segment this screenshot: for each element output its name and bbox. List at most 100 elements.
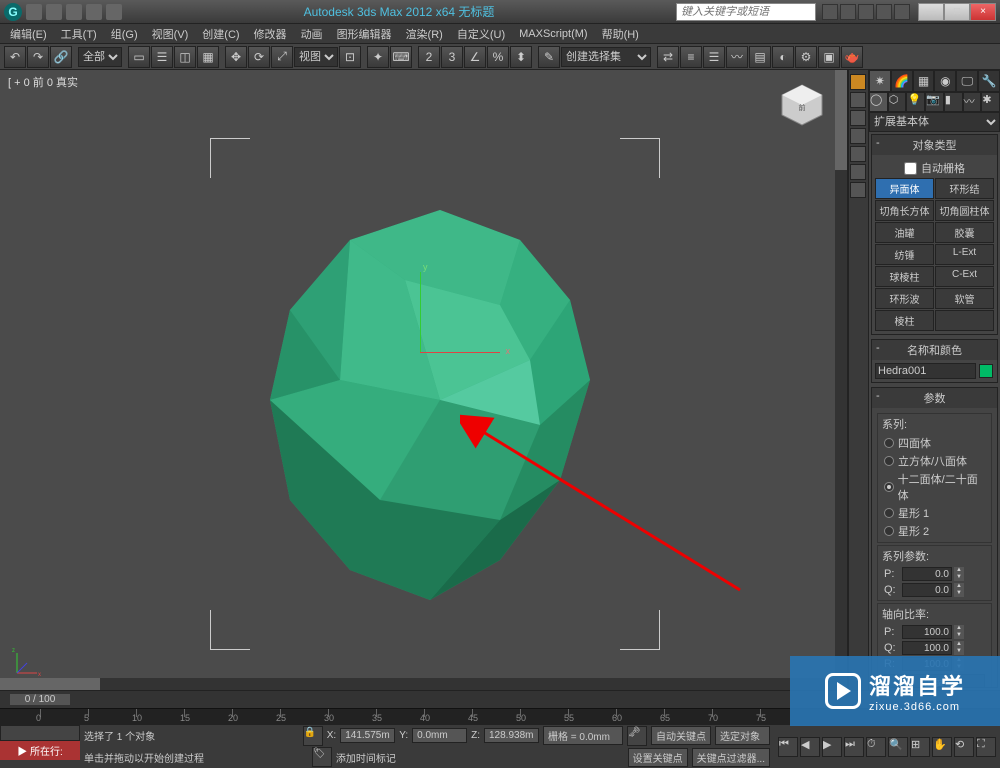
- title-icon[interactable]: [894, 4, 910, 20]
- object-type-button[interactable]: 切角圆柱体: [935, 200, 994, 221]
- title-icon[interactable]: [858, 4, 874, 20]
- spinner-arrows[interactable]: ▲▼: [954, 583, 964, 597]
- qat-icon[interactable]: [46, 4, 62, 20]
- render-button[interactable]: 🫖: [841, 46, 863, 68]
- orbit-icon[interactable]: ⟲: [954, 737, 974, 757]
- named-sel-edit-button[interactable]: ✎: [538, 46, 560, 68]
- family-radio[interactable]: 星形 2: [878, 522, 991, 540]
- family-radio[interactable]: 四面体: [878, 434, 991, 452]
- systems-subtab[interactable]: ✱: [981, 92, 1000, 112]
- mini-listener[interactable]: [0, 725, 80, 741]
- qat-icon[interactable]: [26, 4, 42, 20]
- hedra-object[interactable]: [230, 200, 650, 620]
- title-icon[interactable]: [876, 4, 892, 20]
- axis-p-spinner[interactable]: [902, 625, 952, 639]
- viewport-scrollbar-v[interactable]: [835, 70, 847, 678]
- helpers-subtab[interactable]: ▮: [944, 92, 963, 112]
- object-type-button[interactable]: 异面体: [875, 178, 934, 199]
- render-setup-button[interactable]: ⚙: [795, 46, 817, 68]
- axis-q-spinner[interactable]: [902, 641, 952, 655]
- menu-item[interactable]: 组(G): [105, 24, 144, 44]
- motion-tab[interactable]: ◉: [934, 70, 956, 92]
- utilities-tab[interactable]: 🔧: [978, 70, 1000, 92]
- object-name-input[interactable]: [875, 363, 976, 379]
- object-type-button[interactable]: 切角长方体: [875, 200, 934, 221]
- maximize-button[interactable]: □: [944, 3, 970, 21]
- angle-snap-button[interactable]: ∠: [464, 46, 486, 68]
- shapes-subtab[interactable]: ⬡: [888, 92, 907, 112]
- menu-item[interactable]: 帮助(H): [596, 24, 645, 44]
- key-mode-icon[interactable]: 🗝: [627, 726, 647, 746]
- help-search-input[interactable]: [676, 3, 816, 21]
- snap-3d-button[interactable]: 3: [441, 46, 463, 68]
- y-coord[interactable]: 0.0mm: [412, 728, 467, 743]
- spinner-snap-button[interactable]: ⬍: [510, 46, 532, 68]
- object-type-button[interactable]: 环形波: [875, 288, 934, 309]
- time-tag-icon[interactable]: 🏷: [312, 747, 332, 767]
- menu-item[interactable]: 修改器: [248, 24, 293, 44]
- ref-coord-dropdown[interactable]: 视图: [294, 47, 338, 67]
- menu-item[interactable]: 渲染(R): [400, 24, 449, 44]
- viewcube[interactable]: 前: [777, 80, 827, 130]
- lock-selection-icon[interactable]: 🔒: [303, 726, 323, 746]
- key-filters-button[interactable]: 关键点过滤器...: [692, 748, 770, 767]
- viewport-scrollbar-h[interactable]: [0, 678, 847, 690]
- strip-icon[interactable]: [850, 74, 866, 90]
- move-button[interactable]: ✥: [225, 46, 247, 68]
- family-radio[interactable]: 立方体/八面体: [878, 452, 991, 470]
- display-tab[interactable]: 🖵: [956, 70, 978, 92]
- play-icon[interactable]: ▶: [822, 737, 842, 757]
- geometry-subtab[interactable]: ◯: [869, 92, 888, 112]
- strip-icon[interactable]: [850, 146, 866, 162]
- layer-button[interactable]: ☰: [703, 46, 725, 68]
- frame-indicator[interactable]: 0 / 100: [10, 694, 70, 705]
- menu-item[interactable]: MAXScript(M): [513, 26, 593, 42]
- x-coord[interactable]: 141.575m: [340, 728, 395, 743]
- object-type-button[interactable]: C-Ext: [935, 266, 994, 287]
- add-time-tag[interactable]: 添加时间标记: [336, 750, 396, 765]
- set-key-button[interactable]: 设置关键点: [628, 748, 688, 767]
- object-type-button[interactable]: 棱柱: [875, 310, 934, 331]
- viewport[interactable]: [ + 0 前 0 真实 前: [0, 70, 848, 690]
- schematic-button[interactable]: ▤: [749, 46, 771, 68]
- menu-item[interactable]: 动画: [295, 24, 329, 44]
- qat-icon[interactable]: [106, 4, 122, 20]
- align-button[interactable]: ≡: [680, 46, 702, 68]
- spinner-arrows[interactable]: ▲▼: [954, 625, 964, 639]
- minimize-button[interactable]: —: [918, 3, 944, 21]
- p-spinner[interactable]: [902, 567, 952, 581]
- select-name-button[interactable]: ☰: [151, 46, 173, 68]
- link-button[interactable]: 🔗: [50, 46, 72, 68]
- max-viewport-icon[interactable]: ⛶: [976, 737, 996, 757]
- menu-item[interactable]: 视图(V): [146, 24, 195, 44]
- spinner-arrows[interactable]: ▲▼: [954, 641, 964, 655]
- menu-item[interactable]: 图形编辑器: [331, 24, 398, 44]
- maxscript-listener-button[interactable]: ▶ 所在行:: [0, 741, 80, 760]
- render-frame-button[interactable]: ▣: [818, 46, 840, 68]
- object-type-button[interactable]: 软管: [935, 288, 994, 309]
- curve-editor-button[interactable]: 〰: [726, 46, 748, 68]
- create-tab[interactable]: ✷: [869, 70, 891, 92]
- z-coord[interactable]: 128.938m: [484, 728, 539, 743]
- select-button[interactable]: ▭: [128, 46, 150, 68]
- auto-key-button[interactable]: 自动关键点: [651, 726, 711, 745]
- menu-item[interactable]: 编辑(E): [4, 24, 53, 44]
- object-type-button[interactable]: 胶囊: [935, 222, 994, 243]
- strip-icon[interactable]: [850, 182, 866, 198]
- viewport-label[interactable]: [ + 0 前 0 真实: [8, 74, 78, 90]
- strip-icon[interactable]: [850, 110, 866, 126]
- object-type-button[interactable]: L-Ext: [935, 244, 994, 265]
- keymode-button[interactable]: ⌨: [390, 46, 412, 68]
- menu-item[interactable]: 创建(C): [196, 24, 245, 44]
- snap-2d-button[interactable]: 2: [418, 46, 440, 68]
- window-crossing-button[interactable]: ▦: [197, 46, 219, 68]
- play-next-icon[interactable]: ⏭: [844, 737, 864, 757]
- q-spinner[interactable]: [902, 583, 952, 597]
- object-color-swatch[interactable]: [979, 364, 993, 378]
- family-radio[interactable]: 十二面体/二十面体: [878, 470, 991, 504]
- qat-icon[interactable]: [66, 4, 82, 20]
- redo-button[interactable]: ↷: [27, 46, 49, 68]
- object-type-button[interactable]: 油罐: [875, 222, 934, 243]
- menu-item[interactable]: 工具(T): [55, 24, 103, 44]
- selection-filter-dropdown[interactable]: 全部: [78, 47, 122, 67]
